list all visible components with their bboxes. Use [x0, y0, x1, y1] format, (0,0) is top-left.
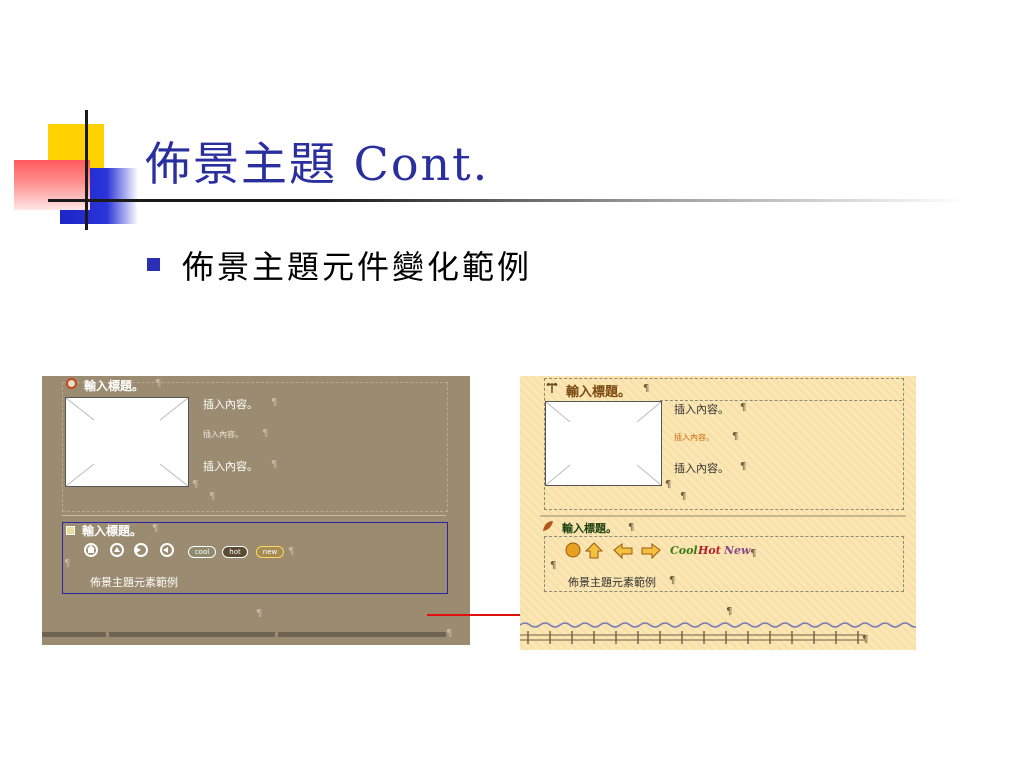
decor-red-square [14, 160, 90, 210]
decor-vertical-line [85, 110, 88, 230]
footer-bar-segment [278, 632, 446, 637]
paragraph-mark: ¶ [643, 383, 650, 394]
content-3: 插入內容。 [674, 462, 729, 475]
paragraph-mark: ¶ [288, 546, 295, 557]
paragraph-mark: ¶ [740, 402, 747, 413]
heading-1: 輸入標題。 [84, 379, 145, 393]
paragraph-mark: ¶ [446, 628, 453, 639]
bullet-square-icon [147, 258, 160, 271]
hot-badge[interactable]: Hot [698, 544, 721, 557]
paragraph-mark: ¶ [726, 606, 733, 617]
paragraph-mark: ¶ [669, 575, 676, 586]
paragraph-mark: ¶ [256, 608, 263, 619]
paragraph-mark: ¶ [862, 634, 869, 645]
section-divider [62, 515, 446, 516]
content-2: 插入內容。 [674, 433, 714, 442]
paragraph-mark: ¶ [750, 548, 757, 559]
heading-1: 輸入標題。 [566, 385, 632, 400]
cool-badge[interactable]: Cool [670, 544, 698, 557]
caption: 佈景主題元素範例 [568, 576, 656, 589]
content-1: 插入內容。 [203, 398, 258, 411]
theme-sample-right: 輸入標題。 ¶ ¶ ¶ 插入內容。 ¶ 插入內容。 ¶ 插入內容。 ¶ 輸入標題… [520, 376, 916, 650]
paragraph-mark: ¶ [155, 378, 162, 389]
wave-border [520, 622, 916, 628]
content-3: 插入內容。 [203, 460, 258, 473]
fence-border [520, 631, 865, 644]
paragraph-mark: ¶ [192, 479, 199, 490]
image-placeholder-lines [546, 402, 661, 485]
paragraph-mark: ¶ [271, 397, 278, 408]
paragraph-mark: ¶ [262, 428, 269, 439]
decor-horizontal-line [48, 199, 968, 202]
cool-badge[interactable]: cool [188, 546, 216, 558]
paragraph-mark: ¶ [665, 479, 672, 490]
heading-bullet-icon [66, 378, 77, 389]
leaf-icon [543, 521, 553, 531]
heading-2: 輸入標題。 [562, 522, 617, 535]
caption: 佈景主題元素範例 [90, 576, 178, 589]
content-1: 插入內容。 [674, 403, 729, 416]
paragraph-mark: ¶ [740, 461, 747, 472]
bullet-text: 佈景主題元件變化範例 [182, 248, 533, 286]
slide-title: 佈景主題 Cont. [145, 137, 490, 191]
paragraph-mark: ¶ [152, 523, 159, 534]
paragraph-mark: ¶ [732, 431, 739, 442]
heading-bullet-icon [66, 526, 75, 535]
nav-button-glyphs [87, 545, 168, 553]
hot-badge[interactable]: hot [222, 546, 248, 558]
paragraph-mark: ¶ [628, 522, 635, 533]
plant-icon [546, 383, 558, 393]
footer-bar-segment [42, 632, 106, 637]
paragraph-mark: ¶ [271, 459, 278, 470]
section-divider [540, 515, 906, 517]
paragraph-mark: ¶ [64, 558, 71, 569]
theme-sample-left: 輸入標題。 ¶ ¶ ¶ 插入內容。 ¶ 插入內容。 ¶ 插入內容。 ¶ 輸入標題… [42, 376, 470, 645]
paragraph-mark: ¶ [680, 491, 687, 502]
heading-2: 輸入標題。 [82, 524, 143, 538]
content-2: 插入內容。 [203, 430, 243, 439]
paragraph-mark: ¶ [550, 560, 557, 571]
image-placeholder [545, 401, 662, 486]
new-badge[interactable]: new [256, 546, 284, 558]
image-placeholder [65, 397, 189, 487]
paragraph-mark: ¶ [209, 491, 216, 502]
image-placeholder-lines [66, 398, 188, 486]
footer-bar-segment [109, 632, 275, 637]
new-badge[interactable]: New [724, 544, 751, 557]
